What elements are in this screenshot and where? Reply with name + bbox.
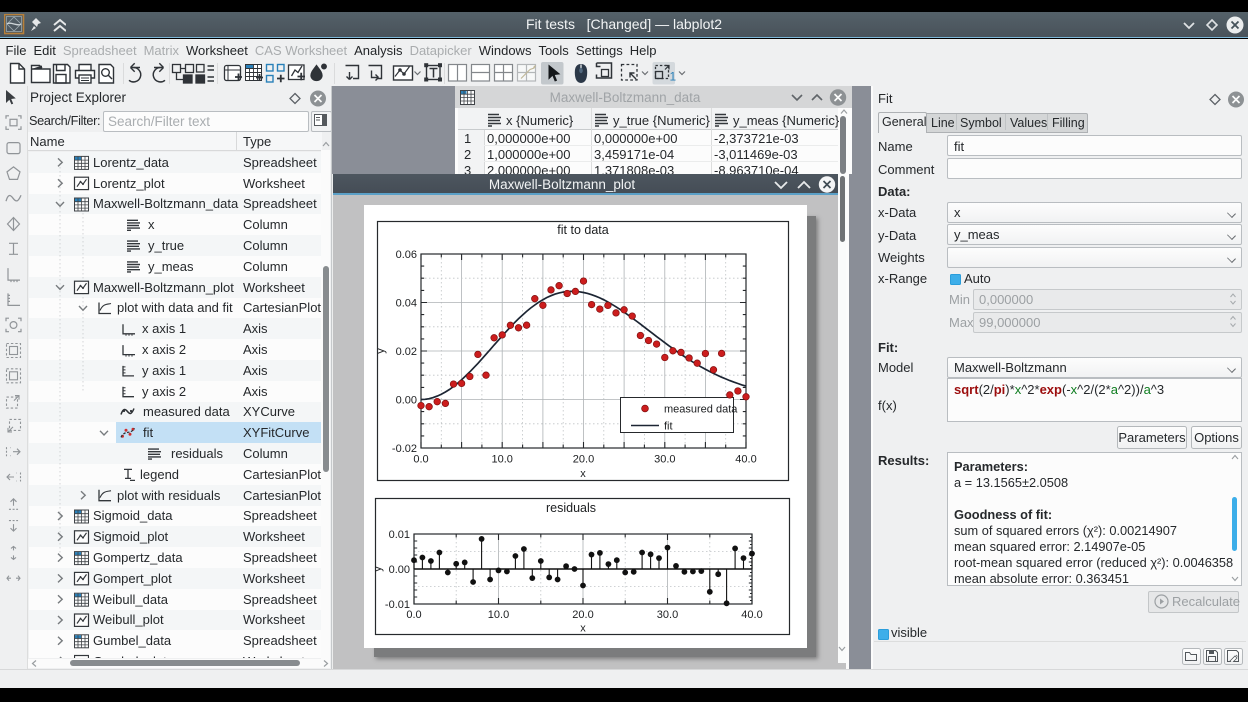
svg-text:measured data: measured data [664, 404, 738, 416]
svg-text:10.0: 10.0 [488, 609, 509, 621]
svg-text:fit: fit [664, 421, 673, 433]
svg-text:30.0: 30.0 [657, 609, 678, 621]
svg-text:20.0: 20.0 [572, 609, 593, 621]
svg-text:40.0: 40.0 [741, 609, 762, 621]
svg-text:0.02: 0.02 [396, 346, 417, 358]
svg-text:0.04: 0.04 [396, 298, 417, 310]
svg-text:0.01: 0.01 [389, 529, 410, 541]
svg-text:x: x [580, 468, 586, 480]
svg-text:0.00: 0.00 [389, 564, 410, 576]
svg-text:-0.01: -0.01 [385, 599, 410, 611]
svg-text:10.0: 10.0 [491, 454, 512, 466]
svg-text:30.0: 30.0 [654, 454, 675, 466]
svg-text:1: 1 [670, 70, 677, 84]
svg-text:x: x [580, 623, 586, 635]
svg-text:0.00: 0.00 [396, 395, 417, 407]
svg-text:y: y [375, 348, 387, 354]
svg-text:0.06: 0.06 [396, 249, 417, 261]
svg-text:20.0: 20.0 [573, 454, 594, 466]
svg-text:fit to data: fit to data [557, 223, 608, 237]
svg-text:residuals: residuals [546, 501, 596, 515]
svg-text:-0.02: -0.02 [392, 443, 417, 455]
svg-text:y: y [372, 566, 384, 572]
svg-text:40.0: 40.0 [735, 454, 756, 466]
svg-text:0.0: 0.0 [413, 454, 428, 466]
